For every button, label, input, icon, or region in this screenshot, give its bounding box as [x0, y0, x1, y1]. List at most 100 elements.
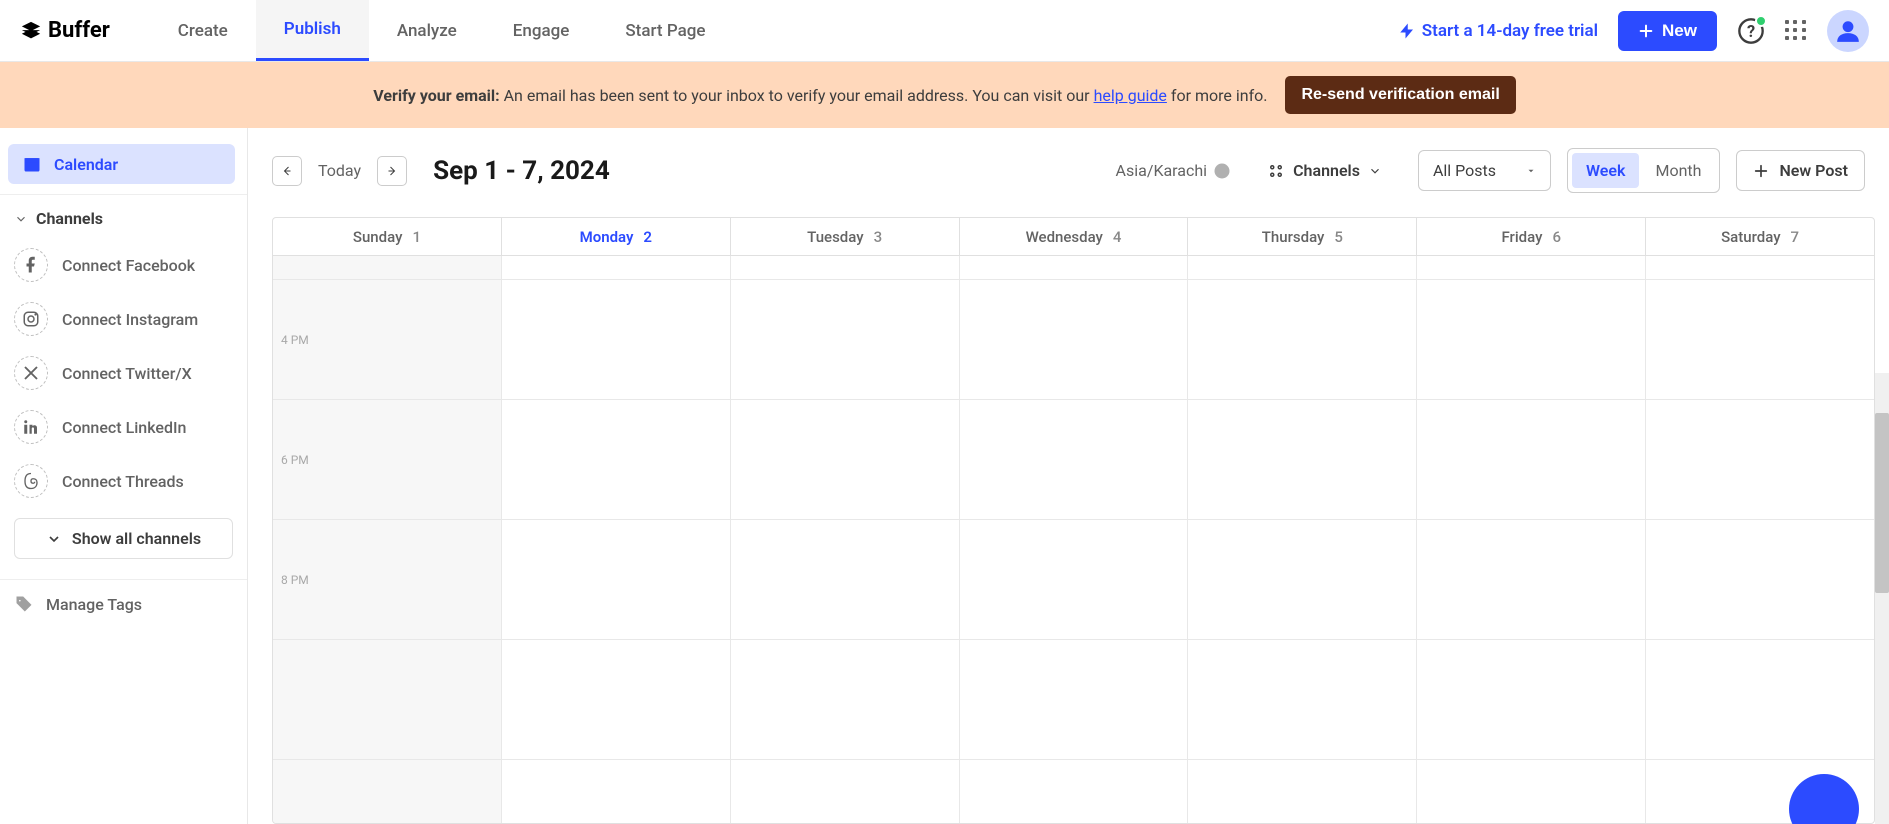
time-label: 6 PM: [281, 453, 309, 467]
date-range: Sep 1 - 7, 2024: [433, 156, 610, 186]
arrow-left-icon: [281, 165, 293, 177]
day-column-sunday[interactable]: 4 PM 6 PM 8 PM: [273, 256, 502, 823]
channel-facebook-label: Connect Facebook: [62, 256, 195, 275]
plus-icon: [1753, 163, 1769, 179]
buffer-logo-icon: [20, 20, 42, 42]
today-button[interactable]: Today: [318, 161, 361, 180]
banner-text: Verify your email: An email has been sen…: [373, 86, 1267, 105]
threads-icon: [14, 464, 48, 498]
channels-header-label: Channels: [36, 209, 103, 228]
grid-icon: [1267, 162, 1285, 180]
day-header-monday: Monday2: [502, 218, 731, 255]
trial-cta[interactable]: Start a 14-day free trial: [1398, 21, 1598, 41]
nav-tab-create[interactable]: Create: [150, 0, 256, 61]
brand-logo[interactable]: Buffer: [20, 18, 110, 43]
nav-tab-startpage[interactable]: Start Page: [597, 0, 733, 61]
posts-filter[interactable]: All Posts: [1418, 150, 1551, 191]
info-icon: [1213, 162, 1231, 180]
day-column-friday[interactable]: [1417, 256, 1646, 823]
main-content: Today Sep 1 - 7, 2024 Asia/Karachi Chann…: [248, 128, 1889, 824]
calendar-header: Sunday1Monday2Tuesday3Wednesday4Thursday…: [273, 218, 1874, 256]
day-header-tuesday: Tuesday3: [731, 218, 960, 255]
channels-filter-label: Channels: [1293, 161, 1360, 180]
top-right: Start a 14-day free trial New ?: [1398, 10, 1869, 52]
show-all-channels-button[interactable]: Show all channels: [14, 518, 233, 559]
sidebar-item-calendar[interactable]: Calendar: [8, 144, 235, 184]
facebook-icon: [14, 248, 48, 282]
day-column-tuesday[interactable]: [731, 256, 960, 823]
time-label: 8 PM: [281, 573, 309, 587]
trial-cta-label: Start a 14-day free trial: [1422, 21, 1598, 41]
channel-linkedin[interactable]: Connect LinkedIn: [0, 400, 247, 454]
chevron-down-icon: [46, 531, 62, 547]
sidebar: Calendar Channels Connect Facebook Conne…: [0, 128, 248, 824]
bolt-icon: [1398, 21, 1416, 41]
day-header-wednesday: Wednesday4: [960, 218, 1189, 255]
user-avatar[interactable]: [1827, 10, 1869, 52]
main-layout: Calendar Channels Connect Facebook Conne…: [0, 128, 1889, 824]
channel-linkedin-label: Connect LinkedIn: [62, 418, 186, 437]
help-icon[interactable]: ?: [1737, 17, 1765, 45]
brand-name: Buffer: [48, 18, 110, 43]
nav-tab-engage[interactable]: Engage: [485, 0, 598, 61]
arrow-right-icon: [386, 165, 398, 177]
sidebar-channels-header[interactable]: Channels: [0, 194, 247, 238]
nav-tab-publish[interactable]: Publish: [256, 0, 369, 61]
verify-email-banner: Verify your email: An email has been sen…: [0, 62, 1889, 128]
apps-grid-icon[interactable]: [1785, 20, 1807, 42]
caret-down-icon: [1526, 166, 1536, 176]
calendar-body[interactable]: 4 PM 6 PM 8 PM: [273, 256, 1874, 823]
day-header-thursday: Thursday5: [1188, 218, 1417, 255]
manage-tags-label: Manage Tags: [46, 595, 142, 614]
channel-twitter[interactable]: Connect Twitter/X: [0, 346, 247, 400]
calendar-toolbar: Today Sep 1 - 7, 2024 Asia/Karachi Chann…: [272, 148, 1889, 193]
view-month-button[interactable]: Month: [1641, 153, 1715, 188]
day-column-monday[interactable]: [502, 256, 731, 823]
day-column-thursday[interactable]: [1188, 256, 1417, 823]
banner-text2: for more info.: [1167, 86, 1268, 105]
svg-text:?: ?: [1747, 21, 1755, 40]
timezone[interactable]: Asia/Karachi: [1116, 161, 1232, 180]
new-post-label: New Post: [1779, 161, 1848, 180]
day-column-wednesday[interactable]: [960, 256, 1189, 823]
tag-icon: [14, 594, 34, 614]
channels-filter[interactable]: Channels: [1267, 161, 1382, 180]
channel-twitter-label: Connect Twitter/X: [62, 364, 192, 383]
linkedin-icon: [14, 410, 48, 444]
manage-tags-button[interactable]: Manage Tags: [0, 579, 247, 628]
chevron-down-icon: [1368, 164, 1382, 178]
timezone-label: Asia/Karachi: [1116, 161, 1208, 180]
chevron-down-icon: [14, 212, 28, 226]
help-guide-link[interactable]: help guide: [1094, 86, 1167, 105]
next-week-button[interactable]: [377, 156, 407, 186]
nav-tabs: Create Publish Analyze Engage Start Page: [150, 0, 734, 61]
new-post-button[interactable]: New Post: [1736, 150, 1865, 191]
posts-filter-label: All Posts: [1433, 161, 1496, 180]
new-button[interactable]: New: [1618, 11, 1717, 51]
banner-strong: Verify your email:: [373, 86, 499, 105]
prev-week-button[interactable]: [272, 156, 302, 186]
top-nav: Buffer Create Publish Analyze Engage Sta…: [0, 0, 1889, 62]
nav-tab-analyze[interactable]: Analyze: [369, 0, 485, 61]
scrollbar-thumb[interactable]: [1875, 413, 1889, 593]
channel-instagram-label: Connect Instagram: [62, 310, 198, 329]
time-label: 4 PM: [281, 333, 309, 347]
channel-instagram[interactable]: Connect Instagram: [0, 292, 247, 346]
channel-threads[interactable]: Connect Threads: [0, 454, 247, 508]
day-column-saturday[interactable]: [1646, 256, 1874, 823]
x-icon: [14, 356, 48, 390]
channel-threads-label: Connect Threads: [62, 472, 184, 491]
calendar-grid: Sunday1Monday2Tuesday3Wednesday4Thursday…: [272, 217, 1875, 824]
view-week-button[interactable]: Week: [1572, 153, 1639, 188]
plus-icon: [1638, 23, 1654, 39]
sidebar-calendar-label: Calendar: [54, 155, 118, 174]
day-header-sunday: Sunday1: [273, 218, 502, 255]
calendar-icon: [22, 154, 42, 174]
channel-facebook[interactable]: Connect Facebook: [0, 238, 247, 292]
new-button-label: New: [1662, 21, 1697, 41]
show-all-label: Show all channels: [72, 529, 201, 548]
view-toggle: Week Month: [1567, 148, 1720, 193]
instagram-icon: [14, 302, 48, 336]
day-header-saturday: Saturday7: [1646, 218, 1874, 255]
resend-verification-button[interactable]: Re-send verification email: [1285, 76, 1515, 114]
